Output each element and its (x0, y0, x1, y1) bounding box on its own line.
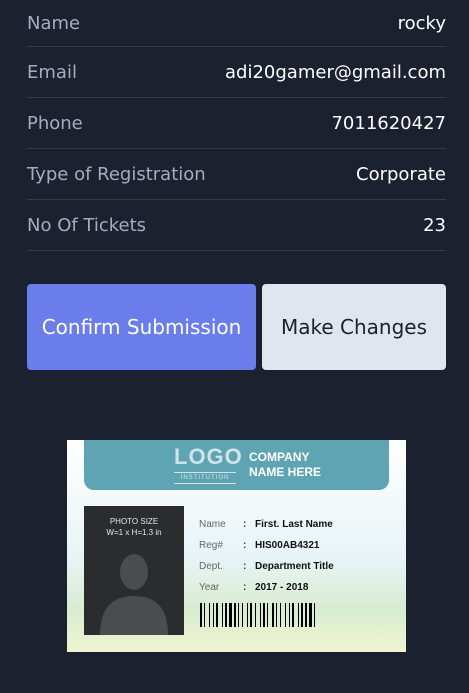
detail-value: adi20gamer@gmail.com (225, 61, 446, 83)
id-card-image: LOGO INSTITUTION COMPANY NAME HERE PHOTO… (67, 440, 406, 652)
id-field-key: Year (199, 582, 220, 593)
company-line-1: COMPANY (249, 450, 310, 464)
id-field-key: Dept. (199, 561, 223, 572)
photo-size-text: PHOTO SIZE W=1 x H=1.3 in (84, 516, 184, 538)
confirm-submission-button[interactable]: Confirm Submission (27, 284, 256, 370)
detail-label: Phone (27, 112, 83, 134)
colon: : (243, 540, 247, 551)
photo-size-line-1: PHOTO SIZE (109, 517, 159, 526)
colon: : (243, 519, 247, 530)
action-buttons: Confirm Submission Make Changes (27, 284, 446, 370)
person-silhouette-icon (100, 554, 168, 635)
company-line-2: NAME HERE (249, 465, 322, 479)
make-changes-button[interactable]: Make Changes (262, 284, 446, 370)
detail-value: Corporate (356, 163, 446, 185)
id-field-value: First. Last Name (255, 519, 333, 530)
detail-row-phone: Phone 7011620427 (27, 98, 446, 149)
detail-row-name: Name rocky (27, 0, 446, 47)
detail-label: No Of Tickets (27, 214, 147, 236)
id-field-value: 2017 - 2018 (255, 582, 309, 593)
registration-details: Name rocky Email adi20gamer@gmail.com Ph… (27, 0, 446, 251)
detail-row-tickets: No Of Tickets 23 (27, 200, 446, 251)
detail-label: Type of Registration (27, 163, 206, 185)
detail-label: Name (27, 12, 81, 34)
id-field-row: Dept. : Department Title (199, 556, 399, 577)
photo-placeholder: PHOTO SIZE W=1 x H=1.3 in (84, 506, 184, 635)
id-field-row: Name : First. Last Name (199, 514, 399, 535)
logo-text: LOGO (174, 444, 243, 469)
id-field-row: Year : 2017 - 2018 (199, 577, 399, 598)
detail-row-email: Email adi20gamer@gmail.com (27, 47, 446, 98)
id-card-header: LOGO INSTITUTION COMPANY NAME HERE (84, 440, 389, 490)
detail-row-registration-type: Type of Registration Corporate (27, 149, 446, 200)
id-field-value: Department Title (255, 561, 334, 572)
company-name: COMPANY NAME HERE (249, 450, 321, 480)
id-field-value: HIS00AB4321 (255, 540, 320, 551)
detail-value: rocky (397, 12, 446, 34)
colon: : (243, 582, 247, 593)
detail-value: 23 (423, 214, 446, 236)
detail-label: Email (27, 61, 77, 83)
photo-size-line-2: W=1 x H=1.3 in (106, 528, 162, 537)
logo-subtitle: INSTITUTION (174, 472, 236, 484)
id-field-row: Reg# : HIS00AB4321 (199, 535, 399, 556)
colon: : (243, 561, 247, 572)
id-field-key: Name (199, 519, 226, 530)
id-field-key: Reg# (199, 540, 223, 551)
barcode-icon (200, 603, 315, 627)
detail-value: 7011620427 (331, 112, 446, 134)
id-card-info: Name : First. Last Name Reg# : HIS00AB43… (199, 514, 399, 598)
